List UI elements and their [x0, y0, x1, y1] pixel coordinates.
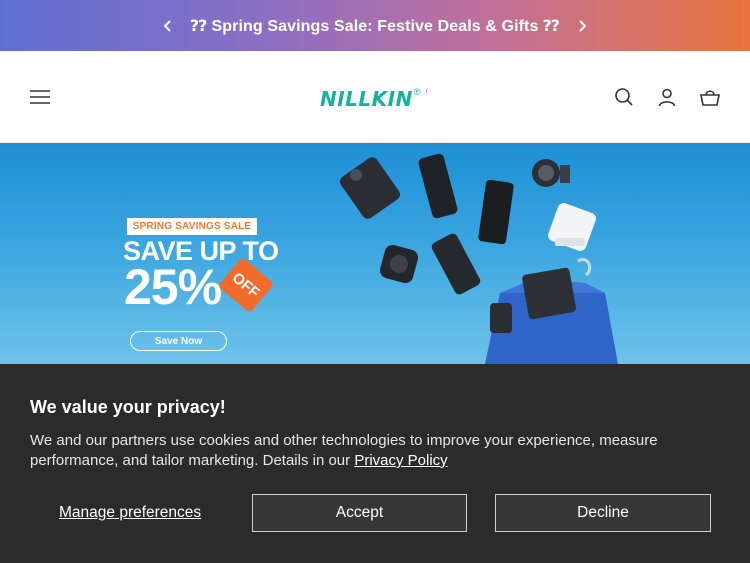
menu-button[interactable] [27, 84, 53, 110]
logo-wordmark: NILLKIN [320, 87, 413, 111]
announcement-message: ⁇ Spring Savings Sale: Festive Deals & G… [190, 17, 560, 35]
save-now-button[interactable]: Save Now [130, 331, 227, 351]
search-button[interactable] [611, 84, 637, 110]
hamburger-menu-icon [30, 90, 50, 104]
sale-badge: SPRING SAVINGS SALE [127, 218, 257, 235]
product-collage-image [339, 153, 618, 364]
logo-registered-mark: ® [413, 87, 421, 97]
account-button[interactable] [654, 84, 680, 110]
cookie-consent-banner: We value your privacy! We and our partne… [0, 364, 750, 563]
announcement-bar: ⁇ Spring Savings Sale: Festive Deals & G… [0, 0, 750, 51]
site-header: NILLKIN ® ⁽ [0, 51, 750, 143]
privacy-policy-link[interactable]: Privacy Policy [354, 452, 447, 469]
announcement-prev-button[interactable] [153, 0, 183, 51]
announcement-next-button[interactable] [567, 0, 597, 51]
search-icon [615, 88, 633, 106]
cookie-body-text: We and our partners use cookies and othe… [30, 432, 658, 469]
cookie-body: We and our partners use cookies and othe… [30, 431, 690, 471]
shopping-basket-icon [700, 90, 720, 106]
logo-tail-glyph: ⁽ [425, 87, 429, 99]
manage-preferences-link[interactable]: Manage preferences [59, 504, 201, 522]
nillkin-logo[interactable]: NILLKIN ® ⁽ [320, 86, 428, 112]
accept-button[interactable]: Accept [252, 494, 467, 532]
chevron-left-icon [163, 19, 171, 32]
hero-banner[interactable]: SPRING SAVINGS SALE SAVE UP TO 25% OFF S… [0, 143, 750, 364]
user-icon [658, 88, 676, 107]
cookie-title: We value your privacy! [30, 397, 226, 417]
hero-percent: 25% [124, 259, 222, 315]
decline-button[interactable]: Decline [495, 494, 711, 532]
chevron-right-icon [579, 19, 587, 32]
cart-button[interactable] [697, 84, 723, 110]
